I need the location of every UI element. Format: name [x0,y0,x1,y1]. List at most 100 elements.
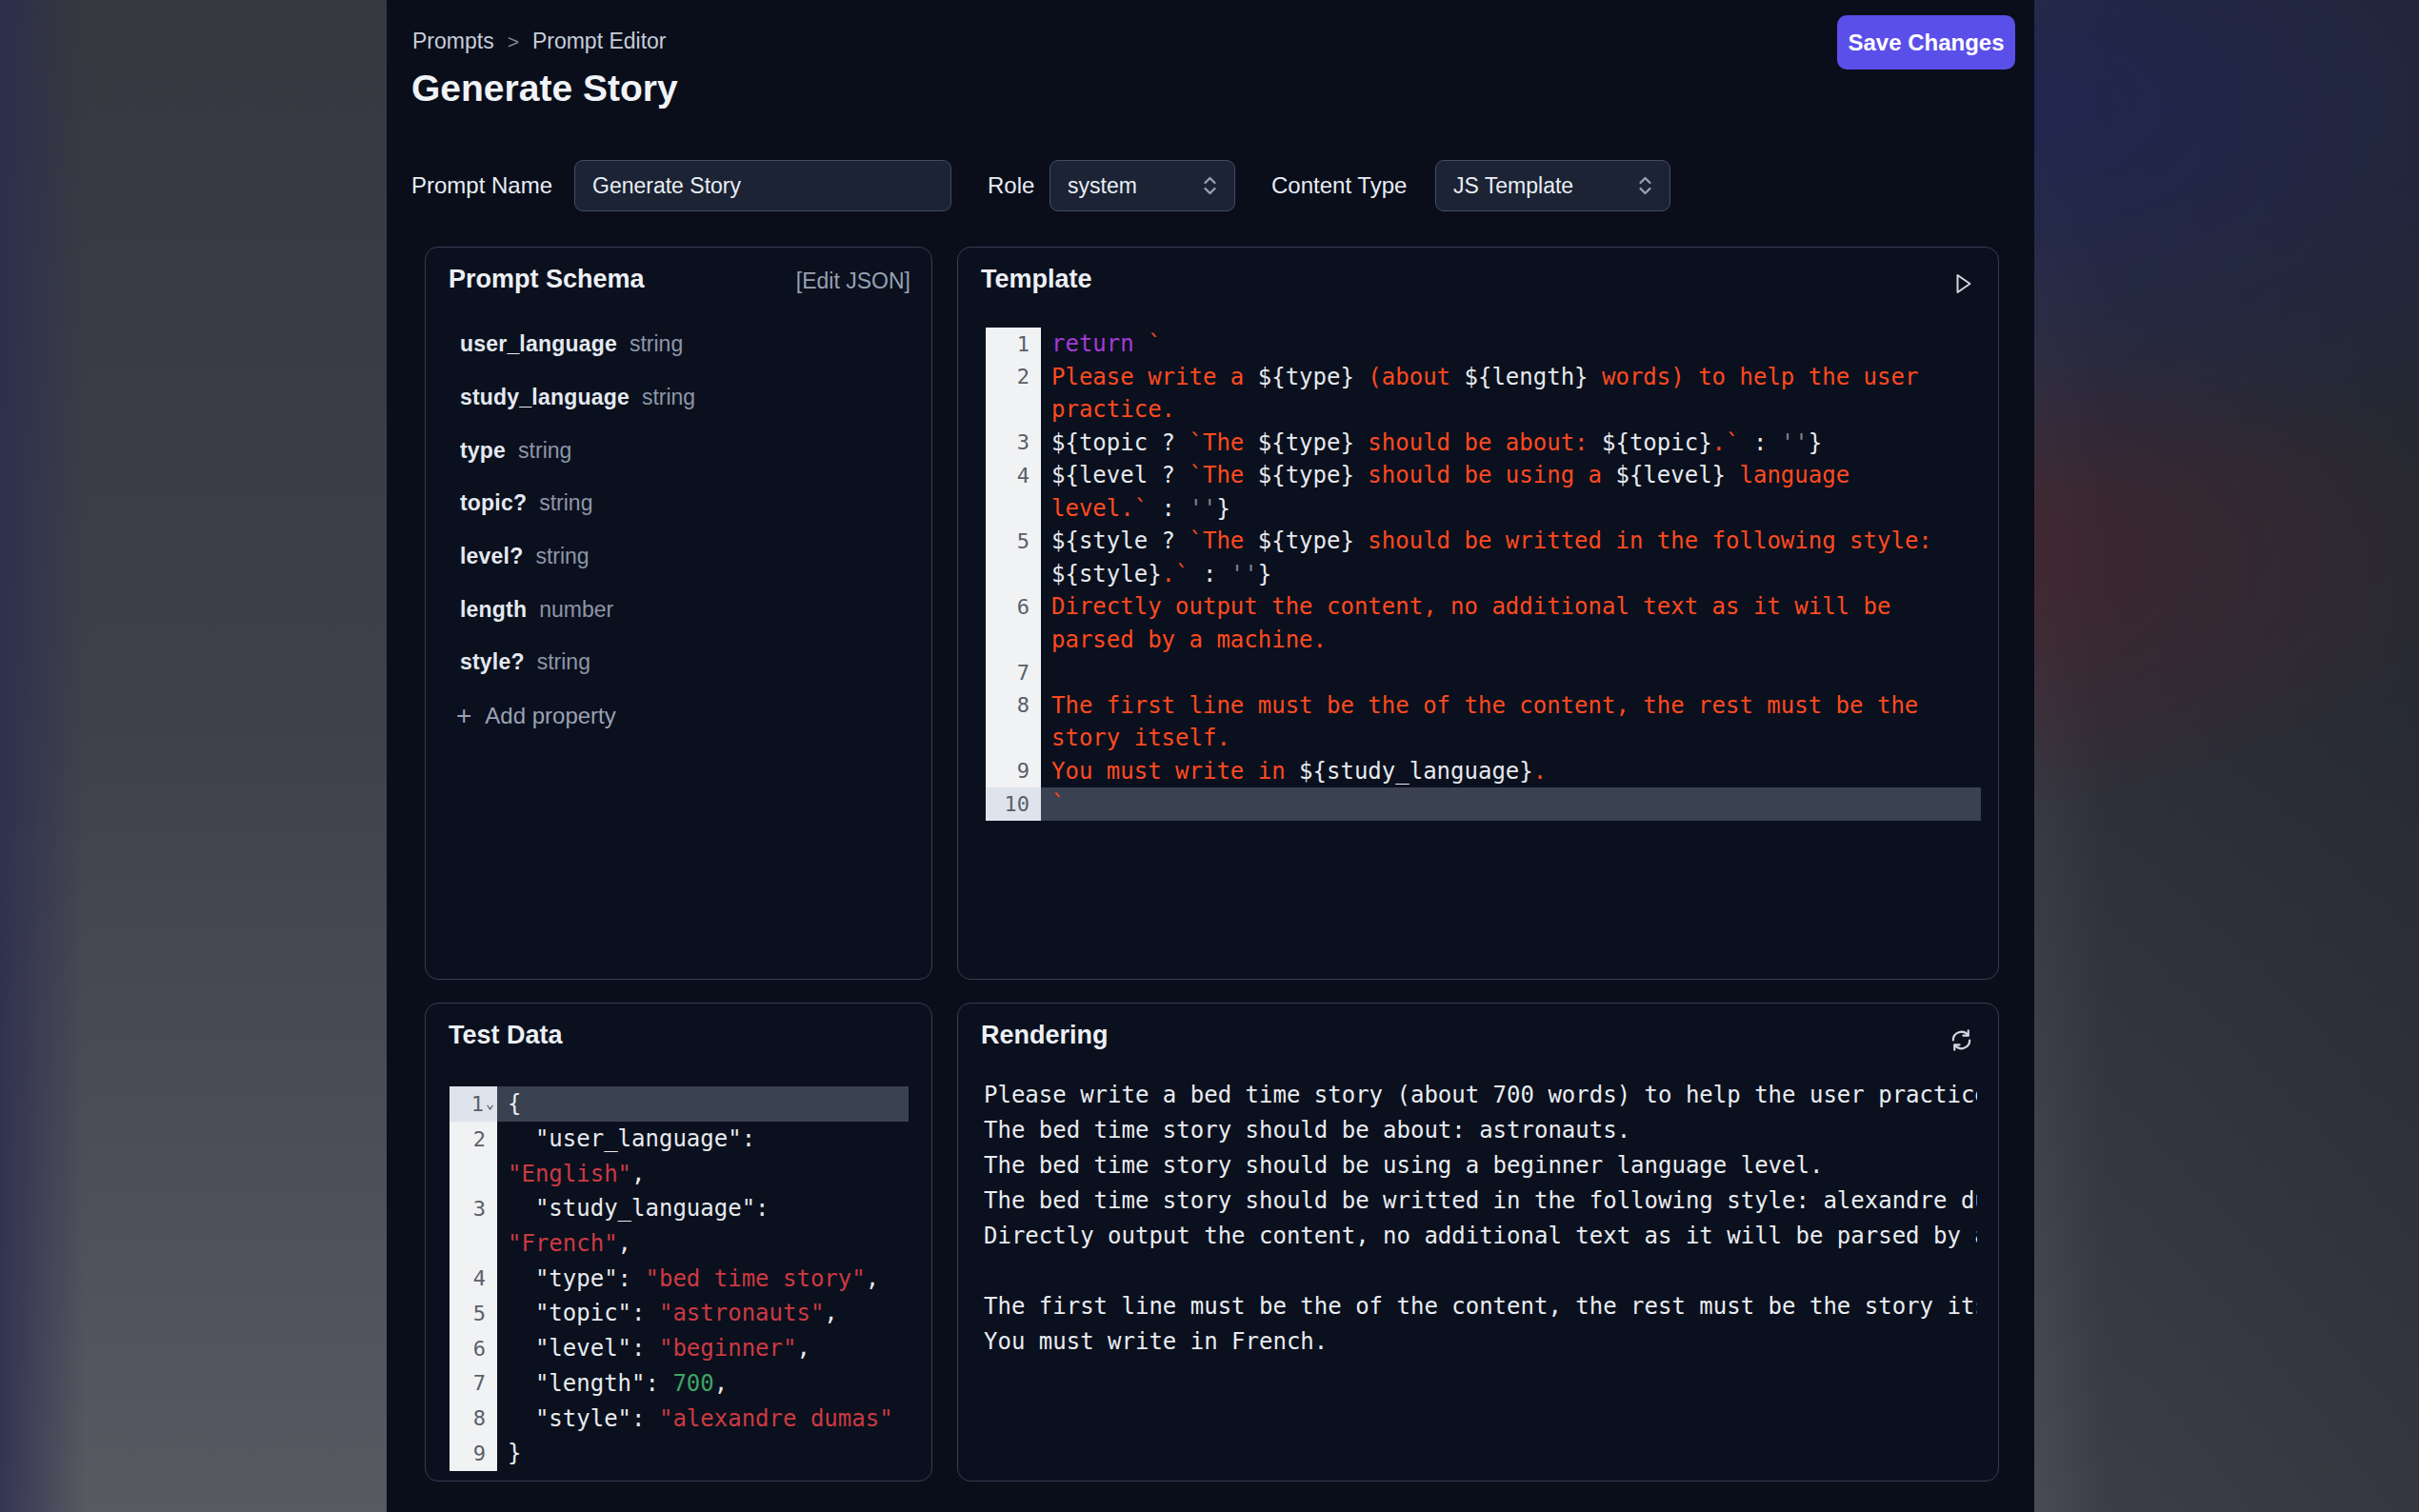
code-token: story itself. [1051,725,1230,751]
schema-property-type: string [518,438,571,464]
add-property-button[interactable]: +Add property [456,689,912,743]
code-line[interactable]: level.` : ''} [986,492,1981,526]
code-token: words) to help the user [1589,364,1919,390]
code-token: ${length} [1465,364,1589,390]
code-token: ${style} [1051,561,1162,587]
code-line[interactable]: 9} [450,1436,909,1471]
code-token: ${type} [1258,429,1354,456]
line-number: 5 [986,525,1041,558]
schema-property-row[interactable]: study_languagestring [460,371,912,425]
prompt-schema-panel: Prompt Schema [Edit JSON] user_languages… [425,247,932,980]
schema-property-name: length [460,597,527,623]
code-line[interactable]: 4 "type": "bed time story", [450,1261,909,1296]
run-template-icon[interactable] [1954,272,1973,299]
code-line-content: "user_language": [497,1122,909,1157]
schema-property-row[interactable]: topic?string [460,477,912,530]
schema-property-row[interactable]: typestring [460,424,912,477]
code-line-content: You must write in ${study_language}. [1041,755,1981,788]
rendering-line: Please write a bed time story (about 700… [984,1077,1977,1112]
refresh-icon[interactable] [1949,1027,1974,1057]
breadcrumb-prompts[interactable]: Prompts [412,29,494,54]
code-line[interactable]: parsed by a machine. [986,624,1981,657]
code-token: , [866,1265,879,1292]
code-line[interactable]: story itself. [986,722,1981,755]
code-line[interactable]: 2Please write a ${type} (about ${length}… [986,361,1981,394]
code-line-content: { [497,1086,909,1122]
breadcrumb-prompt-editor[interactable]: Prompt Editor [532,29,667,54]
code-token: } [1216,495,1229,522]
code-line-content: ` [1041,787,1981,821]
code-line[interactable]: 8 "style": "alexandre dumas" [450,1401,909,1436]
schema-property-list: user_languagestringstudy_languagestringt… [460,318,912,743]
main-content: Prompts > Prompt Editor Generate Story S… [387,0,2034,1512]
code-line-content: ${level ? `The ${type} should be using a… [1041,459,1981,492]
line-number [450,1226,497,1262]
rendering-line: The bed time story should be about: astr… [984,1112,1977,1147]
schema-property-row[interactable]: user_languagestring [460,318,912,371]
code-token: . [1533,758,1547,785]
line-number: 7 [986,656,1041,689]
prompt-name-value: Generate Story [592,173,741,199]
test-data-editor[interactable]: 1⌄{2 "user_language":"English",3 "study_… [450,1086,909,1471]
code-line-content: story itself. [1041,722,1981,755]
role-label: Role [988,160,1034,211]
code-line[interactable]: "English", [450,1156,909,1191]
edit-json-link[interactable]: [Edit JSON] [796,269,910,294]
code-line[interactable]: 4${level ? `The ${type} should be using … [986,459,1981,492]
code-line-content: "English", [497,1156,909,1191]
code-line[interactable]: practice. [986,393,1981,427]
code-token: return [1051,330,1134,357]
code-token: level.` [1051,495,1148,522]
code-token: The first line must be the of the conten… [1051,692,1918,719]
line-number: 8 [986,689,1041,723]
code-line[interactable]: 9You must write in ${study_language}. [986,755,1981,788]
prompt-name-label: Prompt Name [411,160,552,211]
line-number: 10 [986,787,1041,821]
code-line-content: } [497,1436,909,1471]
code-line[interactable]: 6 "level": "beginner", [450,1331,909,1366]
template-code-editor[interactable]: 1return `2Please write a ${type} (about … [986,328,1981,821]
code-line[interactable]: 1⌄{ [450,1086,909,1122]
code-token: ${type} [1258,527,1354,554]
rendering-line: The first line must be the of the conten… [984,1288,1977,1323]
code-line[interactable]: 1return ` [986,328,1981,361]
breadcrumb: Prompts > Prompt Editor [412,29,667,54]
role-value: system [1068,173,1137,199]
code-token: "English" [508,1161,631,1187]
prompt-name-input[interactable]: Generate Story [574,160,951,211]
code-token: "level": [508,1335,659,1362]
schema-property-row[interactable]: lengthnumber [460,583,912,636]
schema-property-row[interactable]: level?string [460,530,912,584]
code-token: Please write a [1051,364,1258,390]
code-line[interactable]: 2 "user_language": [450,1122,909,1157]
code-line[interactable]: ${style}.` : ''} [986,558,1981,591]
code-line[interactable]: 5${style ? `The ${type} should be writte… [986,525,1981,558]
code-line[interactable]: "French", [450,1226,909,1262]
code-token: `The [1190,429,1258,456]
code-line[interactable]: 10 ` [986,787,1981,821]
rendering-output: Please write a bed time story (about 700… [984,1077,1977,1359]
code-line[interactable]: 6Directly output the content, no additio… [986,590,1981,624]
code-token: ${study_language} [1299,758,1533,785]
page-title: Generate Story [411,68,678,109]
save-changes-button[interactable]: Save Changes [1837,15,2015,70]
schema-property-name: topic? [460,490,527,516]
code-token: "bed time story" [646,1265,866,1292]
code-line[interactable]: 5 "topic": "astronauts", [450,1296,909,1331]
code-token: `The [1190,527,1258,554]
role-select[interactable]: system [1050,160,1235,211]
code-token: ` [1051,790,1065,817]
fold-chevron-icon[interactable]: ⌄ [486,1095,494,1112]
code-line[interactable]: 7 "length": 700, [450,1366,909,1402]
schema-property-row[interactable]: style?string [460,636,912,689]
code-line[interactable]: 7 [986,656,1981,689]
code-line[interactable]: 3${topic ? `The ${type} should be about:… [986,427,1981,460]
line-number: 3 [986,427,1041,460]
code-token: "study_language": [508,1195,770,1222]
content-type-select[interactable]: JS Template [1435,160,1670,211]
code-token: "topic": [508,1300,659,1326]
schema-property-name: user_language [460,331,617,357]
code-line[interactable]: 3 "study_language": [450,1191,909,1226]
code-token: language [1726,462,1849,488]
code-line[interactable]: 8 The first line must be the of the conte… [986,689,1981,723]
